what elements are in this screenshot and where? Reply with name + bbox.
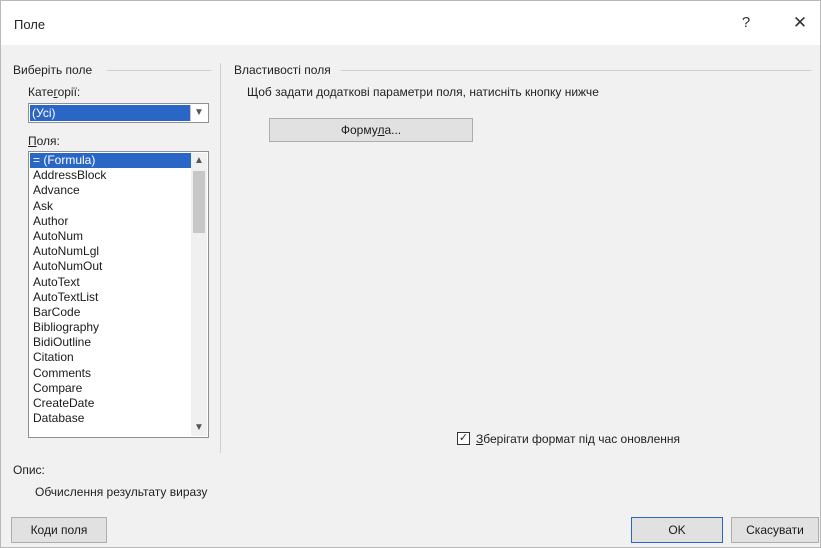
categories-label: Категорії:: [28, 85, 81, 99]
fields-label: Поля:: [28, 134, 60, 148]
dialog-title: Поле: [14, 17, 46, 32]
list-item[interactable]: Citation: [30, 350, 191, 365]
list-item[interactable]: BarCode: [30, 305, 191, 320]
description-label: Опис:: [13, 463, 45, 477]
chevron-down-icon[interactable]: ▼: [190, 105, 207, 121]
field-properties-group-line: [341, 70, 811, 71]
fields-scrollbar[interactable]: ▲ ▼: [191, 153, 207, 436]
list-item[interactable]: AutoTextList: [30, 290, 191, 305]
panel-divider: [220, 63, 221, 453]
list-item[interactable]: Advance: [30, 183, 191, 198]
scroll-up-icon[interactable]: ▲: [191, 153, 207, 169]
help-button[interactable]: ?: [736, 14, 756, 31]
list-item[interactable]: Author: [30, 214, 191, 229]
preserve-format-label: Зберігати формат під час оновлення: [476, 432, 681, 446]
list-item[interactable]: Database: [30, 411, 191, 426]
field-dialog: Поле ? ✕ Виберіть поле Категорії: (Усі) …: [0, 0, 821, 548]
categories-selected-value: (Усі): [30, 105, 190, 121]
fields-list: = (Formula) AddressBlock Advance Ask Author A…: [30, 153, 191, 426]
description-text: Обчислення результату виразу: [35, 485, 208, 499]
field-codes-button[interactable]: Коди поля: [11, 517, 107, 543]
list-item[interactable]: Comments: [30, 366, 191, 381]
list-item[interactable]: = (Formula): [30, 153, 191, 169]
list-item[interactable]: AddressBlock: [30, 168, 191, 183]
list-item[interactable]: AutoNumOut: [30, 259, 191, 274]
list-item[interactable]: BidiOutline: [30, 335, 191, 350]
list-item[interactable]: Bibliography: [30, 320, 191, 335]
preserve-format-checkbox[interactable]: ✓: [457, 432, 470, 445]
choose-field-group-title: Виберіть поле: [13, 63, 93, 77]
list-item[interactable]: AutoText: [30, 275, 191, 290]
choose-field-group-line: [107, 70, 211, 71]
check-icon: ✓: [458, 432, 469, 444]
close-button[interactable]: ✕: [788, 13, 812, 33]
field-properties-group-title: Властивості поля: [234, 63, 331, 77]
scroll-down-icon[interactable]: ▼: [191, 420, 207, 436]
list-item[interactable]: Ask: [30, 199, 191, 214]
scroll-thumb[interactable]: [193, 171, 205, 233]
list-item[interactable]: Compare: [30, 381, 191, 396]
formula-button[interactable]: Формула...: [269, 118, 473, 142]
list-item[interactable]: AutoNumLgl: [30, 244, 191, 259]
list-item[interactable]: CreateDate: [30, 396, 191, 411]
fields-listbox[interactable]: = (Formula) AddressBlock Advance Ask Author A…: [28, 151, 209, 438]
field-properties-hint: Щоб задати додаткові параметри поля, нат…: [247, 85, 599, 99]
cancel-button[interactable]: Скасувати: [731, 517, 819, 543]
list-item[interactable]: AutoNum: [30, 229, 191, 244]
title-bar: Поле ? ✕: [1, 1, 820, 45]
categories-dropdown[interactable]: (Усі) ▼: [28, 103, 209, 123]
ok-button[interactable]: OK: [631, 517, 723, 543]
